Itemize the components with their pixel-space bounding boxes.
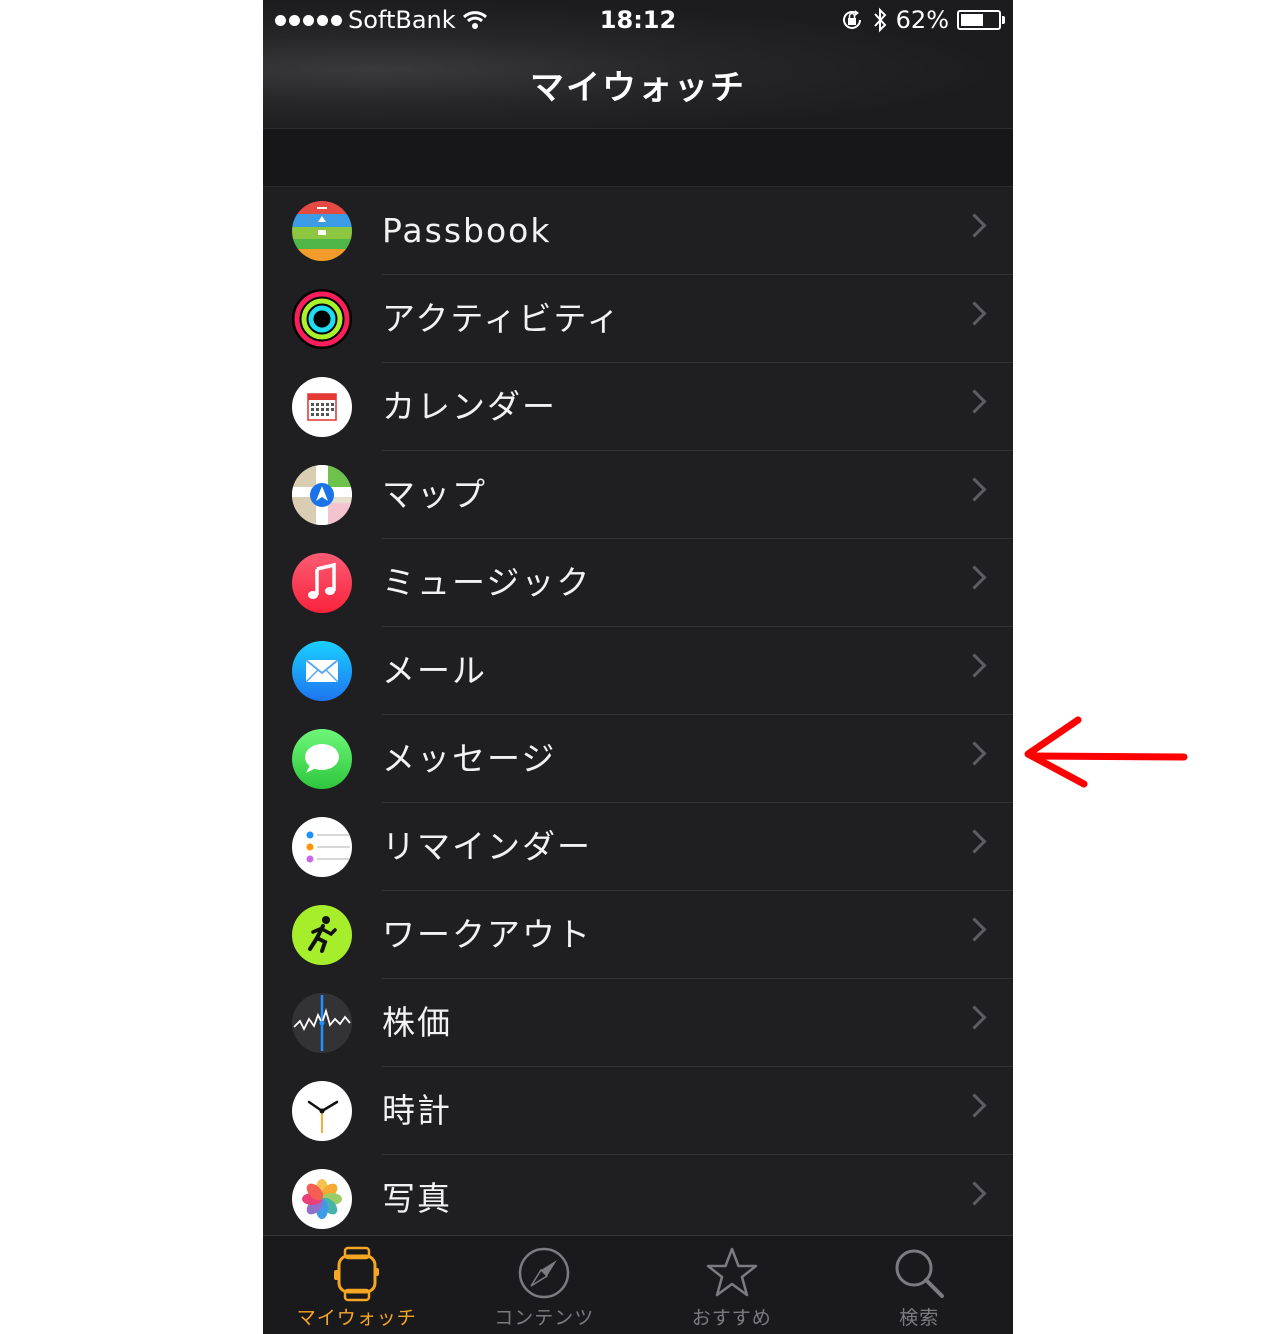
page-title: マイウォッチ [530,68,746,108]
chevron-right-icon [962,389,987,414]
app-label: 株価 [382,1003,452,1042]
status-bar: SoftBank 18:12 62% [263,0,1013,40]
app-label: ワークアウト [382,915,592,954]
app-label: ミュージック [382,563,592,602]
tab-label: コンテンツ [494,1307,595,1329]
watch-icon [333,1246,379,1302]
app-label: リマインダー [382,827,592,866]
section-header-spacer [263,129,1013,187]
app-label: 時計 [382,1091,452,1130]
app-row-stocks[interactable]: 株価 [263,979,1013,1067]
messages-icon [292,729,352,789]
maps-icon [292,465,352,525]
app-row-passbook[interactable]: Passbook [263,187,1013,275]
clock-icon [292,1081,352,1141]
app-row-calendar[interactable]: カレンダー [263,363,1013,451]
app-label: 写真 [382,1179,452,1218]
tab-search[interactable]: 検索 [826,1236,1014,1334]
app-label: Passbook [382,211,552,250]
compass-icon [519,1247,570,1299]
passbook-icon [292,201,352,261]
chevron-right-icon [962,565,987,590]
app-label: カレンダー [382,387,557,426]
app-row-music[interactable]: ミュージック [263,539,1013,627]
app-row-maps[interactable]: マップ [263,451,1013,539]
app-row-workout[interactable]: ワークアウト [263,891,1013,979]
app-list: Passbook アクティビティ カレンダー マップ ミュージック メール メッ… [263,187,1013,1243]
star-icon [706,1247,757,1297]
app-row-messages[interactable]: メッセージ [263,715,1013,803]
app-row-clock[interactable]: 時計 [263,1067,1013,1155]
chevron-right-icon [962,741,987,766]
navigation-bar: SoftBank 18:12 62% マイウォッチ [263,0,1013,129]
tab-content[interactable]: コンテンツ [451,1236,639,1334]
battery-icon [957,10,1005,30]
app-row-activity[interactable]: アクティビティ [263,275,1013,363]
chevron-right-icon [962,213,987,238]
search-icon [895,1249,945,1298]
photos-icon [292,1169,352,1229]
app-label: マップ [382,475,487,514]
tab-my-watch[interactable]: マイウォッチ [263,1236,451,1334]
app-label: メール [382,651,487,690]
chevron-right-icon [962,829,987,854]
calendar-icon [292,377,352,437]
reminders-icon [292,817,352,877]
app-label: メッセージ [382,739,557,778]
app-row-photos[interactable]: 写真 [263,1155,1013,1243]
chevron-right-icon [962,917,987,942]
music-icon [292,553,352,613]
activity-icon [292,289,352,349]
tab-label: おすすめ [691,1307,772,1329]
tab-label: マイウォッチ [296,1307,417,1329]
mail-icon [292,641,352,701]
app-row-reminders[interactable]: リマインダー [263,803,1013,891]
workout-icon [292,905,352,965]
chevron-right-icon [962,653,987,678]
red-arrow-annotation [1024,716,1188,788]
chevron-right-icon [962,1181,987,1206]
tab-label: 検索 [899,1307,940,1329]
tab-bar: マイウォッチ コンテンツ おすすめ 検索 [263,1235,1013,1334]
app-row-mail[interactable]: メール [263,627,1013,715]
bluetooth-icon [873,7,887,33]
phone-screen: SoftBank 18:12 62% マイウォッチ Passbook アクティビ… [263,0,1013,1334]
battery-percent: 62% [895,6,949,34]
tab-featured[interactable]: おすすめ [638,1236,826,1334]
status-right: 62% [840,6,1005,34]
chevron-right-icon [962,1093,987,1118]
rotation-lock-icon [842,10,861,29]
app-label: アクティビティ [382,299,622,338]
chevron-right-icon [962,477,987,502]
chevron-right-icon [962,1005,987,1030]
chevron-right-icon [962,301,987,326]
stocks-icon [292,993,352,1053]
